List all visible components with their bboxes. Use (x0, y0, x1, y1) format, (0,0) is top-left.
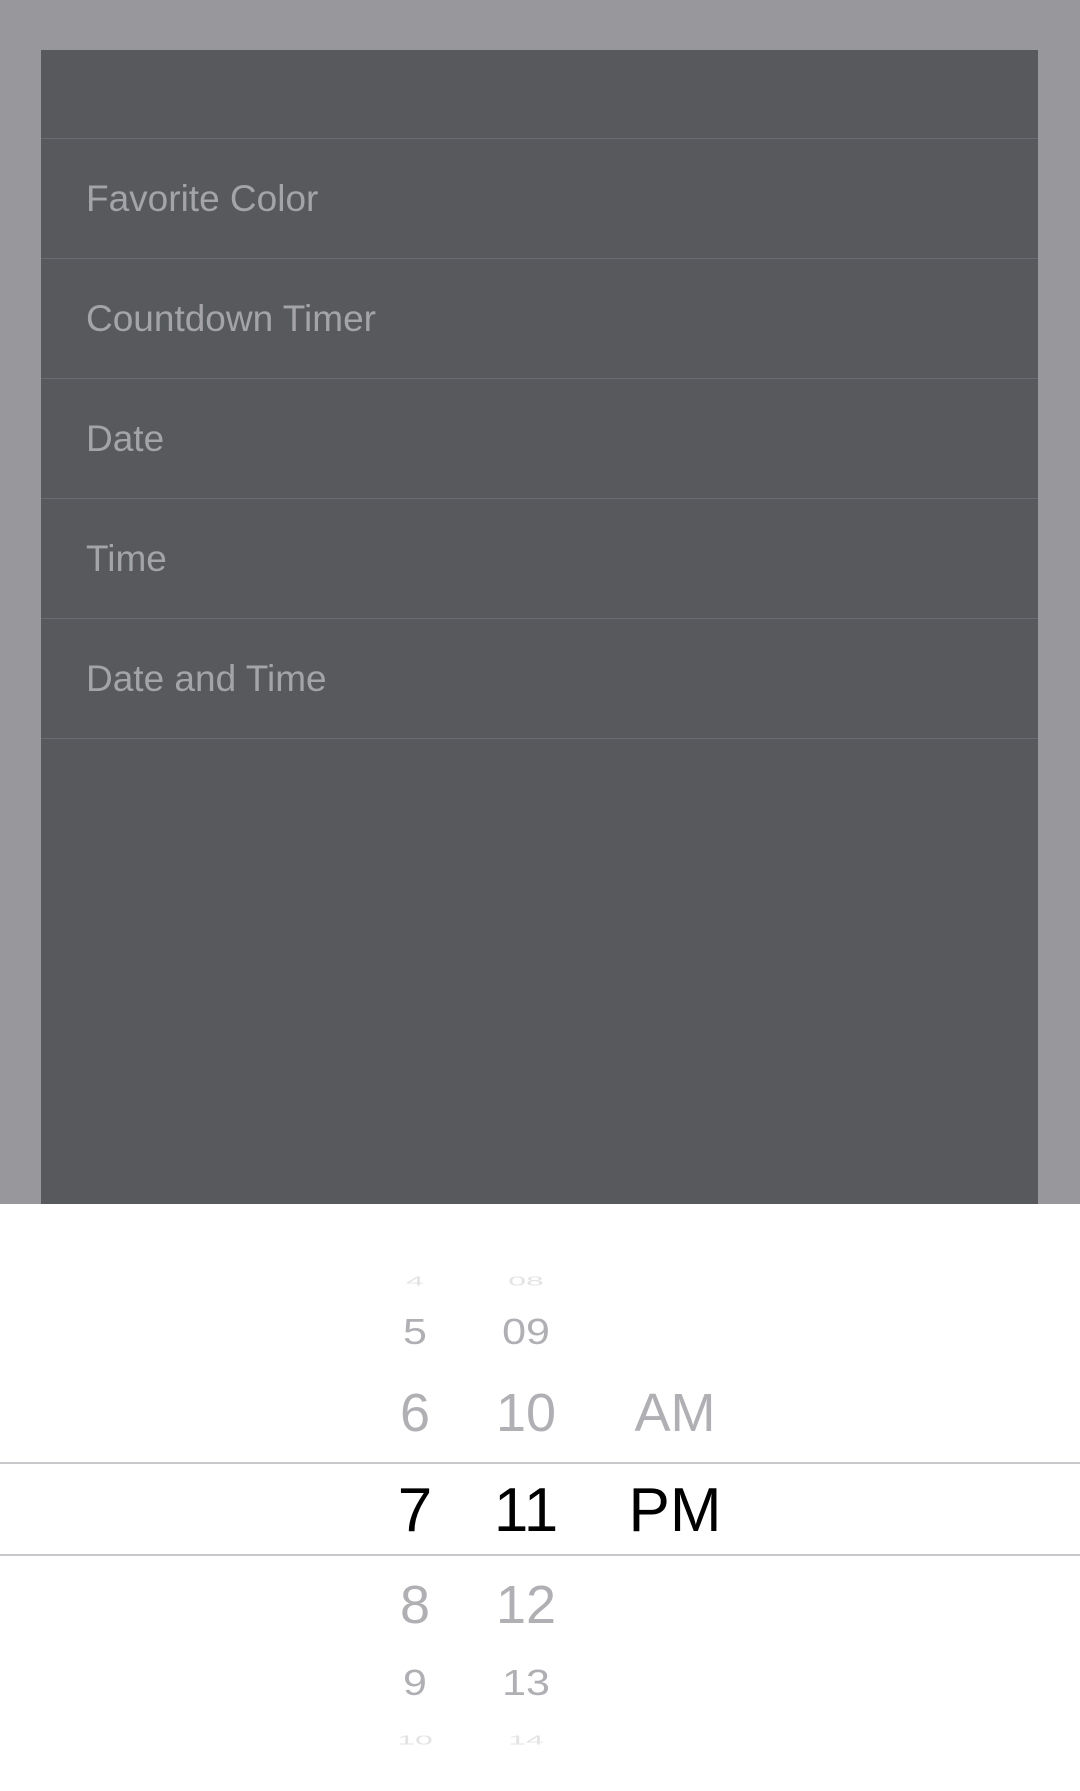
menu-item-date-and-time[interactable]: Date and Time (41, 619, 1038, 739)
minute-wheel[interactable]: 08 09 10 11 12 13 14 (476, 1204, 576, 1791)
hour-option[interactable]: 4 (365, 1275, 465, 1288)
ampm-option-selected[interactable]: PM (610, 1480, 740, 1542)
minute-option-selected[interactable]: 11 (476, 1480, 576, 1542)
ampm-option[interactable]: AM (610, 1386, 740, 1440)
panel-header (41, 50, 1038, 139)
minute-option[interactable]: 08 (476, 1275, 576, 1288)
hour-option[interactable]: 8 (365, 1578, 465, 1632)
menu-item-time[interactable]: Time (41, 499, 1038, 619)
time-picker: 4 5 6 7 8 9 10 08 09 10 11 12 13 14 AM P… (0, 1204, 1080, 1791)
minute-option[interactable]: 12 (476, 1578, 576, 1632)
hour-option[interactable]: 10 (365, 1734, 465, 1747)
hour-option[interactable]: 6 (365, 1386, 465, 1440)
hour-option[interactable]: 5 (365, 1314, 465, 1351)
minute-option[interactable]: 13 (476, 1665, 576, 1702)
menu-item-countdown-timer[interactable]: Countdown Timer (41, 259, 1038, 379)
menu-item-label: Countdown Timer (86, 297, 376, 339)
menu-item-favorite-color[interactable]: Favorite Color (41, 139, 1038, 259)
minute-option[interactable]: 10 (476, 1386, 576, 1440)
minute-option[interactable]: 09 (476, 1314, 576, 1351)
menu-item-label: Time (86, 537, 167, 579)
hour-option[interactable]: 9 (365, 1665, 465, 1702)
hour-option-selected[interactable]: 7 (365, 1480, 465, 1542)
menu-item-label: Date (86, 417, 165, 459)
minute-option[interactable]: 14 (476, 1734, 576, 1747)
menu-item-label: Favorite Color (86, 177, 319, 219)
menu-item-label: Date and Time (86, 657, 327, 699)
menu-panel: Favorite Color Countdown Timer Date Time… (41, 50, 1038, 1204)
menu-item-date[interactable]: Date (41, 379, 1038, 499)
ampm-wheel[interactable]: AM PM (610, 1204, 740, 1791)
hour-wheel[interactable]: 4 5 6 7 8 9 10 (365, 1204, 465, 1791)
